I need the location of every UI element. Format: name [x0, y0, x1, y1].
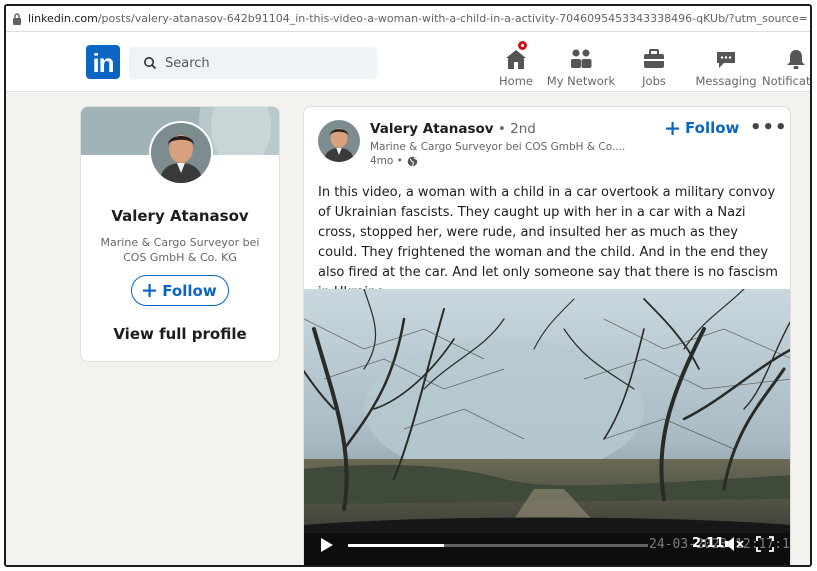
connection-degree: • 2nd [497, 121, 536, 137]
video-player[interactable]: 24-03-2023 12:17:19 2:11 [304, 289, 790, 565]
view-full-profile-link[interactable]: View full profile [81, 325, 279, 343]
url-domain: linkedin.com [28, 12, 98, 25]
nav-notifications-label: Notificati [762, 74, 812, 88]
url-path: /posts/valery-atanasov-642b91104_in-this… [97, 12, 808, 25]
post-author[interactable]: Valery Atanasov • 2nd [370, 121, 536, 137]
nav-messaging-label: Messaging [695, 74, 757, 88]
profile-name[interactable]: Valery Atanasov [81, 207, 279, 225]
video-progress-bar[interactable] [348, 544, 648, 547]
nav-jobs-label: Jobs [642, 74, 666, 88]
fullscreen-icon[interactable] [756, 536, 774, 552]
play-icon[interactable] [320, 537, 334, 553]
search-input[interactable]: Search [129, 47, 377, 79]
nav-messaging[interactable]: Messaging [695, 38, 757, 88]
browser-window: linkedin.com/posts/valery-atanasov-642b9… [4, 4, 812, 567]
linkedin-logo[interactable]: in [86, 45, 120, 79]
post-author-name[interactable]: Valery Atanasov [370, 121, 494, 137]
notification-badge [516, 39, 529, 52]
plus-icon [143, 284, 157, 297]
search-placeholder: Search [165, 55, 210, 71]
avatar[interactable] [149, 121, 213, 185]
plus-icon [666, 121, 679, 135]
video-controls: 24-03-2023 12:17:19 2:11 [304, 525, 790, 565]
avatar-photo [151, 123, 211, 183]
nav-my-network[interactable]: My Network [546, 38, 616, 88]
nav-my-network-label: My Network [546, 74, 616, 88]
post-follow-button[interactable]: Follow [666, 119, 739, 137]
post-time: 4mo • [370, 155, 418, 167]
post-time-label: 4mo • [370, 155, 403, 167]
mute-icon[interactable] [724, 536, 744, 552]
globe-icon [407, 156, 418, 166]
nav-jobs[interactable]: Jobs [638, 38, 670, 88]
bell-icon [787, 50, 805, 69]
post-card: Valery Atanasov • 2nd Marine & Cargo Sur… [303, 106, 791, 565]
address-bar[interactable]: linkedin.com/posts/valery-atanasov-642b9… [6, 6, 810, 32]
post-follow-label: Follow [685, 119, 740, 137]
profile-follow-button[interactable]: Follow [131, 275, 229, 306]
more-options-button[interactable]: ••• [750, 117, 788, 138]
avatar-photo [318, 120, 360, 162]
nav-notifications[interactable]: Notificati [762, 38, 812, 88]
lock-icon [13, 12, 21, 25]
top-nav: in Search Home My Network Jobs Messaging… [6, 32, 810, 92]
network-icon [571, 49, 592, 68]
video-progress-fill [348, 544, 444, 547]
video-frame [304, 289, 790, 565]
profile-headline: Marine & Cargo Surveyor bei COS GmbH & C… [100, 236, 260, 264]
briefcase-icon [644, 49, 664, 68]
profile-card: Valery Atanasov Marine & Cargo Surveyor … [80, 106, 280, 362]
video-elapsed-time: 2:11 [692, 536, 725, 551]
profile-follow-label: Follow [162, 281, 217, 300]
post-author-avatar[interactable] [318, 120, 360, 162]
nav-home[interactable]: Home [496, 38, 536, 88]
nav-home-label: Home [499, 74, 533, 88]
messaging-icon [717, 52, 735, 68]
post-author-headline: Marine & Cargo Surveyor bei COS GmbH & C… [370, 141, 626, 153]
post-text: In this video, a woman with a child in a… [318, 185, 778, 300]
search-icon [144, 57, 157, 70]
